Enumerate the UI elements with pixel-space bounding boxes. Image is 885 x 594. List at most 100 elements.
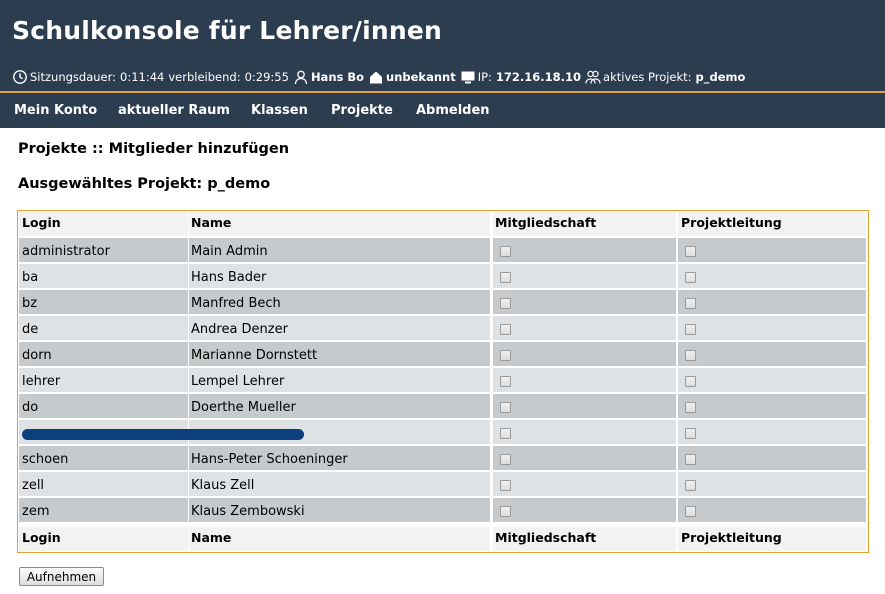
project-lead-checkbox[interactable] <box>685 428 696 439</box>
membership-checkbox[interactable] <box>500 324 511 335</box>
redaction-bar <box>22 429 304 440</box>
table-row-bg-mitgliedschaft <box>493 238 676 262</box>
table-row-bg-mitgliedschaft <box>493 420 676 444</box>
footer-col-login: Login <box>22 530 61 545</box>
active-project-value: p_demo <box>695 70 746 84</box>
header-col-name: Name <box>191 215 232 230</box>
table-row-bg-projektleitung <box>678 368 866 392</box>
membership-checkbox[interactable] <box>500 298 511 309</box>
membership-checkbox[interactable] <box>500 376 511 387</box>
table-row-bg-projektleitung <box>678 238 866 262</box>
project-lead-checkbox[interactable] <box>685 324 696 335</box>
project-lead-checkbox[interactable] <box>685 272 696 283</box>
active-project-label: aktives Projekt: <box>603 70 692 84</box>
table-row-bg-login <box>19 290 188 314</box>
table-row-bg-mitgliedschaft <box>493 316 676 340</box>
table-row-bg-mitgliedschaft <box>493 472 676 496</box>
login-cell: zell <box>22 478 45 493</box>
page-title: Projekte :: Mitglieder hinzufügen <box>18 141 290 157</box>
remaining-value: 0:29:55 <box>244 70 289 84</box>
footer-col-projektleitung: Projektleitung <box>681 530 782 545</box>
project-lead-checkbox[interactable] <box>685 298 696 309</box>
login-cell: zem <box>22 504 50 519</box>
room-value: unbekannt <box>386 70 456 84</box>
login-cell: do <box>22 400 39 415</box>
table-row-bg-mitgliedschaft <box>493 264 676 288</box>
table-row-bg-projektleitung <box>678 342 866 366</box>
ip-value: 172.16.18.10 <box>495 70 582 84</box>
name-cell: Lempel Lehrer <box>191 374 285 389</box>
nav-projekte[interactable]: Projekte <box>331 103 393 118</box>
table-row-bg-login <box>19 394 188 418</box>
header-col-bg-name <box>189 212 490 236</box>
login-cell: dorn <box>22 348 52 363</box>
table-row-bg-mitgliedschaft <box>493 446 676 470</box>
header-col-login: Login <box>22 215 61 230</box>
ip-label: IP: <box>477 70 492 84</box>
table-row-bg-login <box>19 264 188 288</box>
table-row-bg-projektleitung <box>678 316 866 340</box>
table-row-bg-mitgliedschaft <box>493 342 676 366</box>
membership-checkbox[interactable] <box>500 246 511 257</box>
login-cell: bz <box>22 296 38 311</box>
room-icon <box>368 69 384 85</box>
login-cell: de <box>22 322 39 337</box>
clock-icon <box>12 69 28 85</box>
name-cell: Manfred Bech <box>191 296 281 311</box>
nav-abmelden[interactable]: Abmelden <box>416 103 490 118</box>
table-row-bg-login <box>19 472 188 496</box>
table-row-bg-mitgliedschaft <box>493 498 676 522</box>
nav-mein-konto[interactable]: Mein Konto <box>14 103 97 118</box>
header-col-projektleitung: Projektleitung <box>681 215 782 230</box>
app-header: Schulkonsole für Lehrer/innen Sitzungsda… <box>0 0 885 91</box>
project-lead-checkbox[interactable] <box>685 376 696 387</box>
table-row-bg-projektleitung <box>678 394 866 418</box>
name-cell: Main Admin <box>191 244 268 259</box>
remaining-label: verbleibend: <box>168 70 241 84</box>
computer-icon <box>460 69 476 85</box>
nav-aktueller-raum[interactable]: aktueller Raum <box>118 103 230 118</box>
footer-col-mitgliedschaft: Mitgliedschaft <box>495 530 597 545</box>
login-cell: administrator <box>22 244 110 259</box>
project-group-icon <box>585 69 601 85</box>
aufnehmen-button[interactable]: Aufnehmen <box>19 567 104 586</box>
nav-klassen[interactable]: Klassen <box>251 103 308 118</box>
footer-col-name: Name <box>191 530 232 545</box>
name-cell: Marianne Dornstett <box>191 348 318 363</box>
membership-checkbox[interactable] <box>500 272 511 283</box>
table-row-bg-mitgliedschaft <box>493 290 676 314</box>
user-icon <box>293 69 309 85</box>
project-lead-checkbox[interactable] <box>685 246 696 257</box>
login-cell: lehrer <box>22 374 61 389</box>
table-row-bg-projektleitung <box>678 498 866 522</box>
session-duration-label: Sitzungsdauer: <box>30 70 117 84</box>
table-row-bg-mitgliedschaft <box>493 368 676 392</box>
main-nav: Mein Konto aktueller Raum Klassen Projek… <box>0 93 885 128</box>
project-lead-checkbox[interactable] <box>685 454 696 465</box>
table-row-bg-projektleitung <box>678 446 866 470</box>
project-lead-checkbox[interactable] <box>685 350 696 361</box>
membership-checkbox[interactable] <box>500 506 511 517</box>
table-row-bg-projektleitung <box>678 264 866 288</box>
table-row-bg-projektleitung <box>678 472 866 496</box>
session-duration-value: 0:11:44 <box>120 70 165 84</box>
name-cell: Klaus Zell <box>191 478 255 493</box>
membership-checkbox[interactable] <box>500 480 511 491</box>
name-cell: Hans Bader <box>191 270 267 285</box>
membership-checkbox[interactable] <box>500 454 511 465</box>
login-cell: schoen <box>22 452 69 467</box>
header-col-mitgliedschaft: Mitgliedschaft <box>495 215 597 230</box>
name-cell: Hans-Peter Schoeninger <box>191 452 348 467</box>
user-name: Hans Bo <box>310 70 365 84</box>
table-row-bg-login <box>19 316 188 340</box>
membership-checkbox[interactable] <box>500 402 511 413</box>
table-row-bg-projektleitung <box>678 290 866 314</box>
project-lead-checkbox[interactable] <box>685 480 696 491</box>
login-cell: ba <box>22 270 39 285</box>
project-lead-checkbox[interactable] <box>685 506 696 517</box>
name-cell: Doerthe Mueller <box>191 400 296 415</box>
membership-checkbox[interactable] <box>500 428 511 439</box>
membership-checkbox[interactable] <box>500 350 511 361</box>
table-row-bg-mitgliedschaft <box>493 394 676 418</box>
project-lead-checkbox[interactable] <box>685 402 696 413</box>
